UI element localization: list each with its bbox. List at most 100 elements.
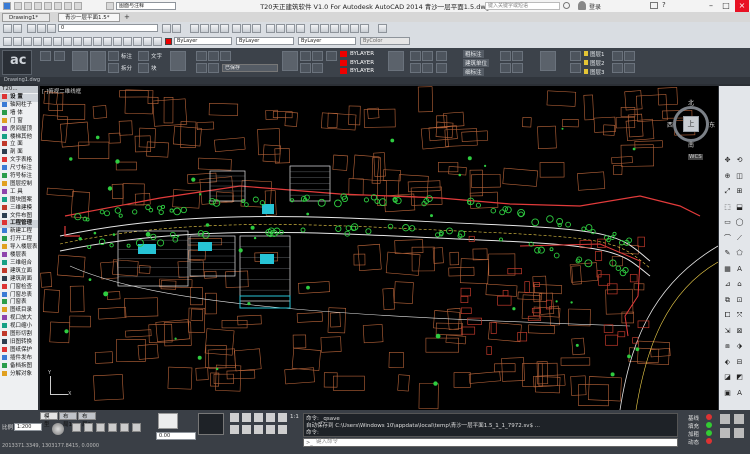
window-tool-icon[interactable]: ◫ — [735, 172, 744, 180]
plot-icon[interactable] — [232, 24, 241, 33]
tool-g-icon[interactable] — [242, 425, 251, 434]
block-attribute-icon[interactable] — [312, 63, 323, 73]
rect-tool-icon[interactable]: ⬚ — [723, 203, 732, 211]
viewcube-face-top[interactable]: 上 — [683, 116, 699, 132]
minus-tool-icon[interactable]: ⊟ — [735, 358, 744, 366]
viewcube[interactable]: 上 北 西 东 南 — [667, 100, 715, 149]
otrack-toggle-icon[interactable] — [132, 423, 141, 432]
layer-filter-icon[interactable] — [133, 37, 142, 46]
zoom-window-icon[interactable] — [286, 24, 295, 33]
palette-item[interactable]: 图纸保护 — [0, 346, 38, 355]
zoom-realtime-icon[interactable] — [276, 24, 285, 33]
layer-merge-icon[interactable] — [63, 37, 72, 46]
palette-item[interactable]: 房间屋顶 — [0, 125, 38, 134]
palette-item[interactable]: 工 具 — [0, 188, 38, 197]
polygon-tool-icon[interactable]: ⬠ — [735, 249, 744, 257]
leader-icon[interactable] — [500, 63, 511, 73]
tool-j-icon[interactable] — [278, 425, 287, 434]
layer-dropdown[interactable]: 0 — [58, 24, 158, 32]
palette-item[interactable]: 图形切割 — [0, 331, 38, 339]
palette-item[interactable]: 门 窗 — [0, 117, 38, 126]
tab-current-file[interactable]: 青沙一层平面1.5* — [58, 13, 120, 22]
help-toolbar-icon[interactable] — [378, 24, 387, 33]
tool-d-icon[interactable] — [266, 413, 275, 422]
circle-tool-icon[interactable]: ◯ — [735, 218, 744, 226]
color-2-icon[interactable] — [340, 60, 347, 66]
layer-state-icon[interactable] — [13, 24, 22, 33]
clean-screen-icon[interactable] — [734, 428, 744, 438]
mirror-icon[interactable] — [138, 63, 149, 73]
layer-properties-big-icon[interactable] — [170, 51, 186, 71]
view-3-icon[interactable] — [612, 63, 623, 73]
palette-item[interactable]: 剖 面 — [0, 149, 38, 157]
dim-icon[interactable] — [512, 51, 523, 61]
color-swatch-icon[interactable] — [165, 38, 172, 45]
tri2-tool-icon[interactable]: ◩ — [735, 373, 744, 381]
style-row-3[interactable]: 细标注 — [463, 68, 484, 76]
palette-item[interactable]: 文字表格 — [0, 157, 38, 165]
measure-tool-icon[interactable]: ⊿ — [723, 280, 732, 288]
fill-tool-icon[interactable]: ⬓ — [735, 203, 744, 211]
ribbon-label-1[interactable]: 标注 — [121, 52, 132, 60]
toggle-1-icon[interactable] — [706, 414, 712, 420]
help-icon[interactable]: ? — [662, 2, 666, 9]
palette-item[interactable]: 视口放大 — [0, 315, 38, 323]
cross-tool-icon[interactable]: ⊠ — [735, 327, 744, 335]
draw-rectangle-icon[interactable] — [72, 51, 88, 71]
lock-ui-icon[interactable] — [734, 414, 744, 424]
dim-style-icon[interactable] — [200, 24, 209, 33]
rotate-icon[interactable] — [138, 51, 149, 61]
palette-item[interactable]: 新建工程 — [0, 228, 38, 236]
layer-uniso-small-icon[interactable] — [208, 63, 219, 73]
pencil-tool-icon[interactable]: ✎ — [723, 249, 732, 257]
drawing-canvas[interactable]: [-]俯视二维线框 上 北 西 东 南 WCS Y X — [40, 86, 718, 410]
layer-freeze-small-icon[interactable] — [208, 51, 219, 61]
annotation-icon[interactable] — [720, 428, 730, 438]
preview-icon[interactable] — [242, 24, 251, 33]
palette-item[interactable]: 建筑立面 — [0, 267, 38, 276]
exchange-icon[interactable] — [650, 2, 658, 9]
bulb-3-icon[interactable] — [584, 69, 588, 74]
edit-block-icon[interactable] — [300, 63, 311, 73]
frame-tool-icon[interactable]: ⧠ — [723, 311, 732, 319]
measure-icon[interactable] — [410, 51, 421, 61]
palette-item[interactable]: 三维组合 — [0, 259, 38, 268]
workspace-switch-icon[interactable] — [720, 414, 730, 424]
line-tool-icon[interactable]: ⟋ — [735, 234, 744, 242]
zoom-previous-icon[interactable] — [296, 24, 305, 33]
layer-translate-icon[interactable] — [113, 37, 122, 46]
ribbon-label-2[interactable]: 拆分 — [121, 64, 132, 72]
table-icon[interactable] — [512, 63, 523, 73]
status-label-1[interactable]: 基线 — [688, 414, 699, 422]
insert-block-icon[interactable] — [282, 51, 298, 71]
lineweight-dropdown[interactable]: ByLayer — [298, 37, 356, 45]
palette-item[interactable]: 工程管理 — [0, 220, 38, 228]
layer-group-icon[interactable] — [143, 37, 152, 46]
linetype-dropdown[interactable]: ByLayer — [236, 37, 294, 45]
paste-icon[interactable] — [540, 51, 556, 71]
layer-match-icon[interactable] — [13, 37, 22, 46]
palette-item[interactable]: 三维建模 — [0, 204, 38, 213]
layer-isolate-icon[interactable] — [23, 37, 32, 46]
move-icon[interactable] — [108, 51, 119, 61]
layer-unisolate-icon[interactable] — [33, 37, 42, 46]
orbit-tool-icon[interactable]: ⟲ — [735, 156, 744, 164]
palette-item[interactable]: 打开工程 — [0, 236, 38, 244]
match-props-ribbon-icon[interactable] — [326, 51, 337, 61]
palette-item[interactable]: 图层控制 — [0, 180, 38, 189]
calculator-icon[interactable] — [360, 24, 369, 33]
id-point-icon[interactable] — [422, 51, 433, 61]
layer-freeze-icon[interactable] — [37, 24, 46, 33]
signin-link[interactable]: 登录 — [589, 2, 601, 11]
grid-toggle-icon[interactable] — [72, 423, 81, 432]
tab-drawing1[interactable]: Drawing1* — [2, 13, 50, 22]
cut-icon[interactable] — [570, 51, 581, 61]
tool-f-icon[interactable] — [230, 425, 239, 434]
layer-lock-icon[interactable] — [47, 24, 56, 33]
layer-row-2[interactable]: BYLAYER — [350, 60, 374, 66]
draw-line-icon[interactable] — [40, 51, 51, 61]
layer-freeze-vp-icon[interactable] — [93, 37, 102, 46]
style-row-1[interactable]: 粗标注 — [463, 50, 484, 58]
palette-item[interactable]: 导入楼层表 — [0, 244, 38, 252]
maximize-button[interactable]: □ — [719, 0, 733, 12]
